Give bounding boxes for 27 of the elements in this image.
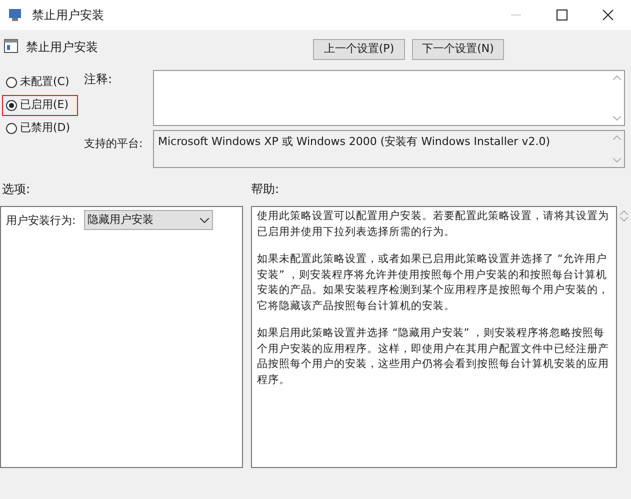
platform-label: 支持的平台: bbox=[84, 136, 144, 152]
policy-icon bbox=[8, 8, 24, 22]
behavior-dropdown[interactable]: 隐藏用户安装 bbox=[84, 210, 213, 230]
help-paragraph: 如果启用此策略设置并选择 “隐藏用户安装” ，则安装程序将忽略按照每个用户安装的应用程序。这样，即使用户在其用户配置文件中已经注册产品按照每个用户的安装，这些用户仍将会看到按照每台计算机安装的应用程序。 bbox=[257, 326, 610, 388]
scroll-up-icon[interactable] bbox=[613, 75, 621, 80]
policy-settings-icon bbox=[4, 39, 18, 53]
help-paragraph: 使用此策略设置可以配置用户安装。若要配置此策略设置，请将其设置为已启用并使用下拉列表选择所需的行为。 bbox=[257, 209, 610, 240]
scroll-up-icon[interactable] bbox=[613, 135, 621, 140]
comment-label: 注释: bbox=[84, 71, 114, 88]
scroll-down-icon[interactable] bbox=[613, 116, 621, 121]
radio-option[interactable]: 已启用(E) bbox=[2, 95, 78, 116]
comment-field[interactable] bbox=[153, 70, 625, 126]
options-label: 选项: bbox=[1, 181, 32, 198]
options-panel: 用户安装行为: 隐藏用户安装 bbox=[0, 206, 243, 468]
scroll-down-icon[interactable] bbox=[613, 158, 621, 163]
radio-option[interactable]: 未配置(C) bbox=[2, 72, 78, 93]
help-paragraph: 如果未配置此策略设置，或者如果已启用此策略设置并选择了 “允许用户安装” ，则安装程序将允许并使用按照每个用户安装的和按照每台计算机安装的产品。如果安装程序检测到某个应用程序是按照每个用户安装的，它将隐藏该产品按照每台计算机的安装。 bbox=[257, 252, 610, 314]
nav-button[interactable]: 下一个设置(N) bbox=[412, 39, 504, 60]
window-title: 禁止用户安装 bbox=[32, 7, 104, 24]
policy-title: 禁止用户安装 bbox=[26, 39, 98, 56]
scroll-up-icon[interactable] bbox=[620, 210, 628, 215]
scroll-down-icon[interactable] bbox=[620, 217, 628, 222]
help-label: 帮助: bbox=[251, 181, 280, 198]
nav-button[interactable]: 上一个设置(P) bbox=[313, 39, 405, 60]
chevron-down-icon bbox=[200, 218, 209, 222]
radio-option[interactable]: 已禁用(D) bbox=[2, 118, 78, 139]
platform-field: Microsoft Windows XP 或 Windows 2000 (安装有 Windows Installer v2.0) bbox=[153, 130, 625, 168]
